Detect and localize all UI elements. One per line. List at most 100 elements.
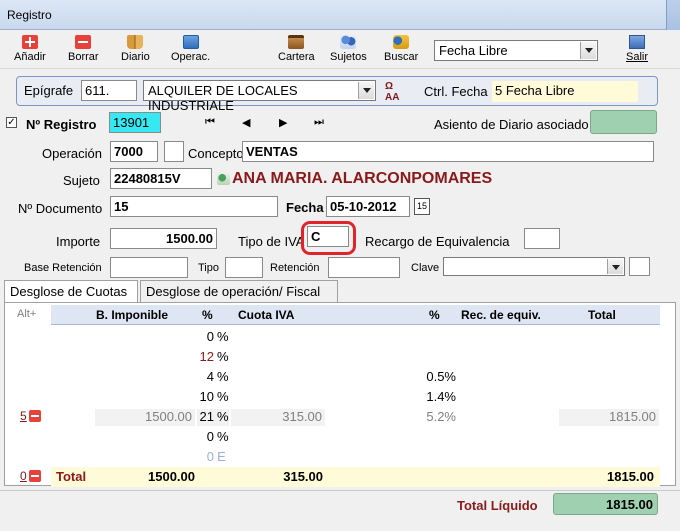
importe-field[interactable]: 1500.00	[110, 228, 217, 249]
first-record-button[interactable]: ⏮	[205, 116, 215, 129]
row-total-cell[interactable]	[559, 449, 659, 466]
row-rec-cell[interactable]	[461, 389, 555, 406]
row-base-cell[interactable]	[95, 369, 195, 386]
row-base-cell[interactable]: 1500.00	[95, 409, 195, 426]
base-retencion-field[interactable]	[110, 257, 188, 278]
row-rec-cell[interactable]	[461, 369, 555, 386]
search-button[interactable]: Buscar	[384, 35, 418, 63]
row-base-cell[interactable]	[95, 449, 195, 466]
row-pct-cell[interactable]: 0	[197, 449, 217, 466]
row-pct-symbol[interactable]: %	[217, 329, 229, 346]
tab-desglose-operacion[interactable]: Desglose de operación/ Fiscal	[140, 280, 338, 302]
recargo-field[interactable]	[524, 228, 560, 249]
exit-icon	[629, 35, 645, 49]
documento-field[interactable]: 15	[110, 196, 278, 217]
mode-select[interactable]: Fecha Libre	[434, 40, 598, 61]
add-icon	[21, 35, 38, 49]
row-rec-pct-cell[interactable]	[409, 329, 459, 346]
row-rec-cell[interactable]	[461, 409, 555, 426]
row-rec-cell[interactable]	[461, 429, 555, 446]
row-base-cell[interactable]	[95, 429, 195, 446]
tipo-retencion-field[interactable]	[225, 257, 263, 278]
diary-button[interactable]: Diario	[121, 35, 150, 63]
retencion-field[interactable]	[328, 257, 400, 278]
operations-label: Operac.	[171, 51, 211, 63]
operations-button[interactable]: Operac.	[171, 35, 210, 63]
row-rec-pct-cell[interactable]	[409, 449, 459, 466]
row-cuota-cell[interactable]	[231, 329, 325, 346]
operacion-extra-field[interactable]	[164, 141, 184, 162]
row-total-cell[interactable]	[559, 369, 659, 386]
font-aa-icon[interactable]: Ω AA	[385, 81, 399, 103]
row-base-cell[interactable]	[95, 349, 195, 366]
user-search-icon[interactable]	[217, 173, 230, 185]
subjects-label: Sujetos	[330, 51, 367, 63]
concepto-field[interactable]: VENTAS	[242, 141, 654, 162]
row-rec-cell[interactable]	[461, 329, 555, 346]
asiento-field[interactable]	[590, 110, 657, 134]
registro-checkbox[interactable]: ✓	[6, 117, 17, 128]
row-rec-pct-cell[interactable]: 0.5%	[409, 369, 459, 386]
row-cuota-cell[interactable]	[231, 429, 325, 446]
row-total-cell[interactable]: 1815.00	[559, 409, 659, 426]
chevron-down-icon[interactable]	[607, 259, 623, 274]
row-pct-symbol[interactable]: %	[217, 349, 229, 366]
people-icon	[340, 35, 357, 49]
epigrafe-code-field[interactable]: 611.	[81, 80, 137, 101]
row-cuota-cell[interactable]	[231, 349, 325, 366]
row-total-cell[interactable]	[559, 389, 659, 406]
row-pct-cell[interactable]: 12	[197, 349, 217, 366]
row-total-cell[interactable]	[559, 329, 659, 346]
row-rec-pct-cell[interactable]: 5.2%	[409, 409, 459, 426]
subjects-button[interactable]: Sujetos	[330, 35, 367, 63]
row-pct-cell[interactable]: 10	[197, 389, 217, 406]
row-pct-cell[interactable]: 0	[197, 329, 217, 346]
fecha-field[interactable]: 05-10-2012	[326, 196, 410, 217]
row-cuota-cell[interactable]: 315.00	[231, 409, 325, 426]
row-pct-cell[interactable]: 21	[197, 409, 217, 426]
portfolio-button[interactable]: Cartera	[278, 35, 315, 63]
row-pct-symbol[interactable]: E	[217, 449, 229, 466]
add-button[interactable]: Añadir	[14, 35, 46, 63]
header-base: B. Imponible	[96, 308, 168, 322]
operations-icon	[182, 35, 199, 49]
next-record-button[interactable]: ▶	[279, 116, 287, 129]
row-pct-symbol[interactable]: %	[217, 369, 229, 386]
row-rec-cell[interactable]	[461, 349, 555, 366]
row-pct-symbol[interactable]: %	[217, 409, 229, 426]
exit-button[interactable]: Salir	[626, 35, 648, 63]
row-total-cell[interactable]	[559, 429, 659, 446]
row-total-cell[interactable]	[559, 349, 659, 366]
previous-record-button[interactable]: ◀	[242, 116, 250, 129]
total-cuota: 315.00	[283, 469, 323, 484]
last-record-button[interactable]: ⏭	[314, 116, 324, 129]
clave-select[interactable]	[443, 257, 625, 276]
row-cuota-cell[interactable]	[231, 369, 325, 386]
chevron-down-icon[interactable]	[358, 82, 374, 99]
row-pct-cell[interactable]: 4	[197, 369, 217, 386]
row-pct-symbol[interactable]: %	[217, 429, 229, 446]
row-pct-cell[interactable]: 0	[197, 429, 217, 446]
chevron-down-icon[interactable]	[580, 42, 596, 59]
row-rec-pct-cell[interactable]	[409, 349, 459, 366]
row-base-cell[interactable]	[95, 329, 195, 346]
remove-row-icon[interactable]	[29, 410, 41, 422]
clave-extra-field[interactable]	[629, 257, 650, 276]
remove-total-icon[interactable]	[29, 470, 41, 482]
calendar-icon[interactable]: 15	[414, 198, 430, 215]
total-row: Total 1500.00 315.00 1815.00	[51, 467, 660, 487]
sujeto-field[interactable]: 22480815V	[110, 168, 212, 189]
row-base-cell[interactable]	[95, 389, 195, 406]
row-rec-pct-cell[interactable]	[409, 429, 459, 446]
row-marker: 5	[20, 409, 27, 423]
operacion-field[interactable]: 7000	[110, 141, 158, 162]
tab-desglose-cuotas[interactable]: Desglose de Cuotas	[4, 280, 138, 303]
registro-number-field[interactable]: 13901	[109, 112, 161, 133]
row-rec-pct-cell[interactable]: 1.4%	[409, 389, 459, 406]
row-cuota-cell[interactable]	[231, 389, 325, 406]
row-pct-symbol[interactable]: %	[217, 389, 229, 406]
delete-button[interactable]: Borrar	[68, 35, 99, 63]
row-rec-cell[interactable]	[461, 449, 555, 466]
row-cuota-cell[interactable]	[231, 449, 325, 466]
epigrafe-description-select[interactable]: ALQUILER DE LOCALES INDUSTRIALE	[143, 80, 376, 113]
